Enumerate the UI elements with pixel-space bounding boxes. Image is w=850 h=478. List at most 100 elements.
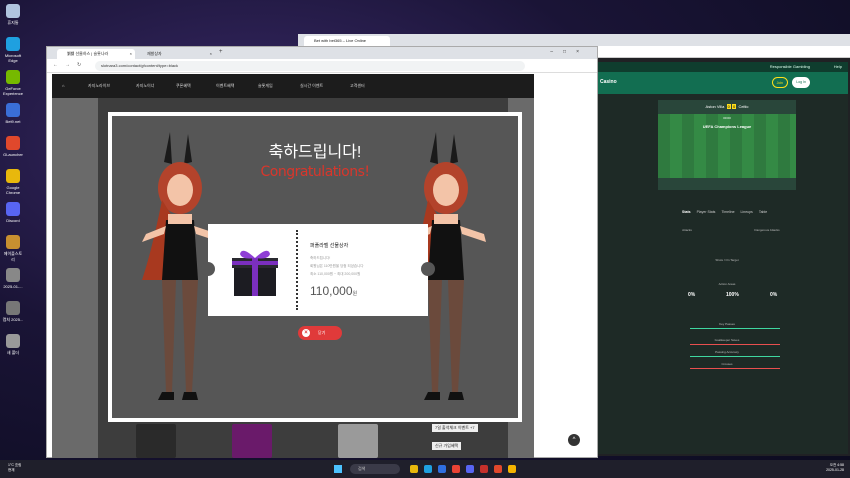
casino-link[interactable]: Casino [600,79,617,85]
window-controls[interactable]: –□× [550,49,589,55]
app-icon [6,70,20,84]
action-area-percent: 0% [770,292,778,298]
giftbox-purple[interactable] [232,424,272,458]
scroll-top-button[interactable]: ^ [568,434,580,446]
site-nav-item[interactable]: 쿠폰혜택 [176,83,191,89]
desktop-icon[interactable]: 2025-01-... [2,268,24,289]
desktop-icon-label: 캡처 2025... [2,317,24,322]
tab-bet365[interactable]: Bet with bet365 – Live Online [304,36,390,46]
action-area-percent: 0% [688,292,696,298]
coupon-amount-value: 110,000 [310,284,353,298]
modal-title: 축하드립니다! [268,144,362,161]
stat-label: Passing Accuracy [715,350,739,354]
responsible-gambling-link[interactable]: Responsible Gambling [770,64,810,69]
help-link[interactable]: Help [834,64,842,69]
stat-bar [690,328,780,329]
coupon-line-2: 회원님은 110만원을 당첨 되셨습니다 [310,264,364,268]
desktop-icon[interactable]: Microsoft Edge [2,37,24,63]
close-icon: × [302,329,310,337]
login-button[interactable]: Log In [792,77,810,88]
desktop-icon-label: 메이플스토리 [3,251,23,262]
stats-tab[interactable]: Stats [682,210,691,214]
match-score: Aston Villa 0 0 Celtic [658,104,796,109]
stat-label: Key Passes [719,322,735,326]
prize-modal-body: 축하드립니다! Congratulations! 퍼플라벨 선물상자 축하드립니… [112,116,518,418]
site-nav-item[interactable]: 실시간 이벤트 [300,83,323,89]
weather-widget[interactable]: 1°C 흐림 현재 [8,463,21,473]
stats-tab[interactable]: Player Stats [697,210,716,214]
desktop-icon[interactable]: GLauncher [2,136,24,157]
store-icon[interactable] [438,465,446,473]
giftbox-silver[interactable] [338,424,378,458]
back-icon[interactable]: ← [53,62,58,68]
stats-tab[interactable]: Lineups [741,210,753,214]
tab-active[interactable]: 뷁뷁 선물하스 | 슬롯나라 × [57,49,135,59]
site-nav-item[interactable]: 슬롯게임 [258,83,273,89]
new-tab-icon[interactable]: + [219,49,223,55]
tab-bar-front: 뷁뷁 선물하스 | 슬롯나라 × 재발상자 × + –□× [47,47,597,59]
site-nav-item[interactable]: 고객센터 [350,83,365,89]
chrome-icon[interactable] [452,465,460,473]
desktop-icon-label: Google Chrome [5,185,21,195]
desktop-icon-label: GeForce Experience [2,86,23,96]
home-icon[interactable]: ⌂ [62,83,64,88]
desktop-icon[interactable]: Bet9.net [2,103,24,124]
desktop-icon[interactable]: Google Chrome [2,169,24,195]
home-team: Aston Villa [705,104,725,109]
desktop-icon[interactable]: Discord [2,202,24,223]
taskbar-search[interactable]: 검색 [350,464,400,474]
close-tab-icon[interactable]: × [210,51,212,56]
desktop-icon[interactable]: 메이플스토리 [2,235,24,263]
desktop-icon[interactable]: GeForce Experience [2,70,24,96]
app-icon [6,103,20,117]
coupon-line-3: 최소 110,000원 ~ 최대 200,000원 [310,272,361,276]
file-explorer-icon[interactable] [410,465,418,473]
clock[interactable]: 오전 4:58 2025-01-28 [826,463,844,472]
site-nav: ⌂ 카지노라이브 카지노이너 쿠폰혜택 이벤트혜택 슬롯게임 실시간 이벤트 고객센터 [52,74,534,98]
stat-label: Goalkeeper Saves [714,338,740,342]
discord-icon[interactable] [466,465,474,473]
match-time: 00:00 [723,116,731,120]
coupon-amount: 110,000원 [310,284,357,298]
modal-subtitle: Congratulations! [260,164,371,180]
site-nav-item[interactable]: 카지노라이브 [88,83,110,89]
attendance-event-link[interactable]: 7일 출석체크 이벤트 +7 [432,424,478,432]
forward-icon[interactable]: → [65,62,70,68]
app-icon [6,268,20,282]
app-icon [6,301,20,315]
stats-tab[interactable]: Timeline [721,210,734,214]
site-nav-item[interactable]: 이벤트혜택 [216,83,234,89]
reload-icon[interactable]: ↻ [77,62,81,68]
site-nav-item[interactable]: 카지노이너 [136,83,154,89]
app-icon [6,4,20,18]
desktop-icon[interactable]: 캡처 2025... [2,301,24,323]
pitch-graphic: 00:00 UEFA Champions League [658,114,796,178]
close-modal-button[interactable]: × 닫기 [298,326,342,340]
stat-bar [690,344,780,345]
app-icon [6,169,20,183]
stat-label: Action Areas [718,282,736,286]
league-name: UEFA Champions League [702,124,752,129]
app-icon [6,136,20,150]
chrome-icon-2[interactable] [508,465,516,473]
join-button[interactable]: Join [771,77,788,88]
desktop-icon-label: 새 폴더 [6,350,20,355]
desktop-icon-label: Discord [6,218,20,223]
url-input[interactable]: slotnara3.com/contact/gfcontent/type=bla… [95,61,525,71]
tab-second[interactable]: 재발상자 × [137,49,215,59]
close-tab-icon[interactable]: × [130,51,132,56]
youtube-icon[interactable] [480,465,488,473]
stats-tab[interactable]: Table [759,210,767,214]
edge-icon[interactable] [424,465,432,473]
app-icon[interactable] [494,465,502,473]
app-icon [6,334,20,348]
desktop-icon[interactable]: 휴지통 [2,4,24,26]
windows-start-icon[interactable] [334,465,342,473]
desktop-icon[interactable]: 새 폴더 [2,334,24,356]
desktop-icon-label: GLauncher [3,152,23,157]
stat-label: Dangerous Attacks [754,228,780,232]
signup-bonus-link[interactable]: 신규 가입혜택 [432,442,462,450]
giftbox-black[interactable] [136,424,176,458]
stat-label: Shots / On Target [715,258,739,262]
away-score: 0 [731,104,737,109]
